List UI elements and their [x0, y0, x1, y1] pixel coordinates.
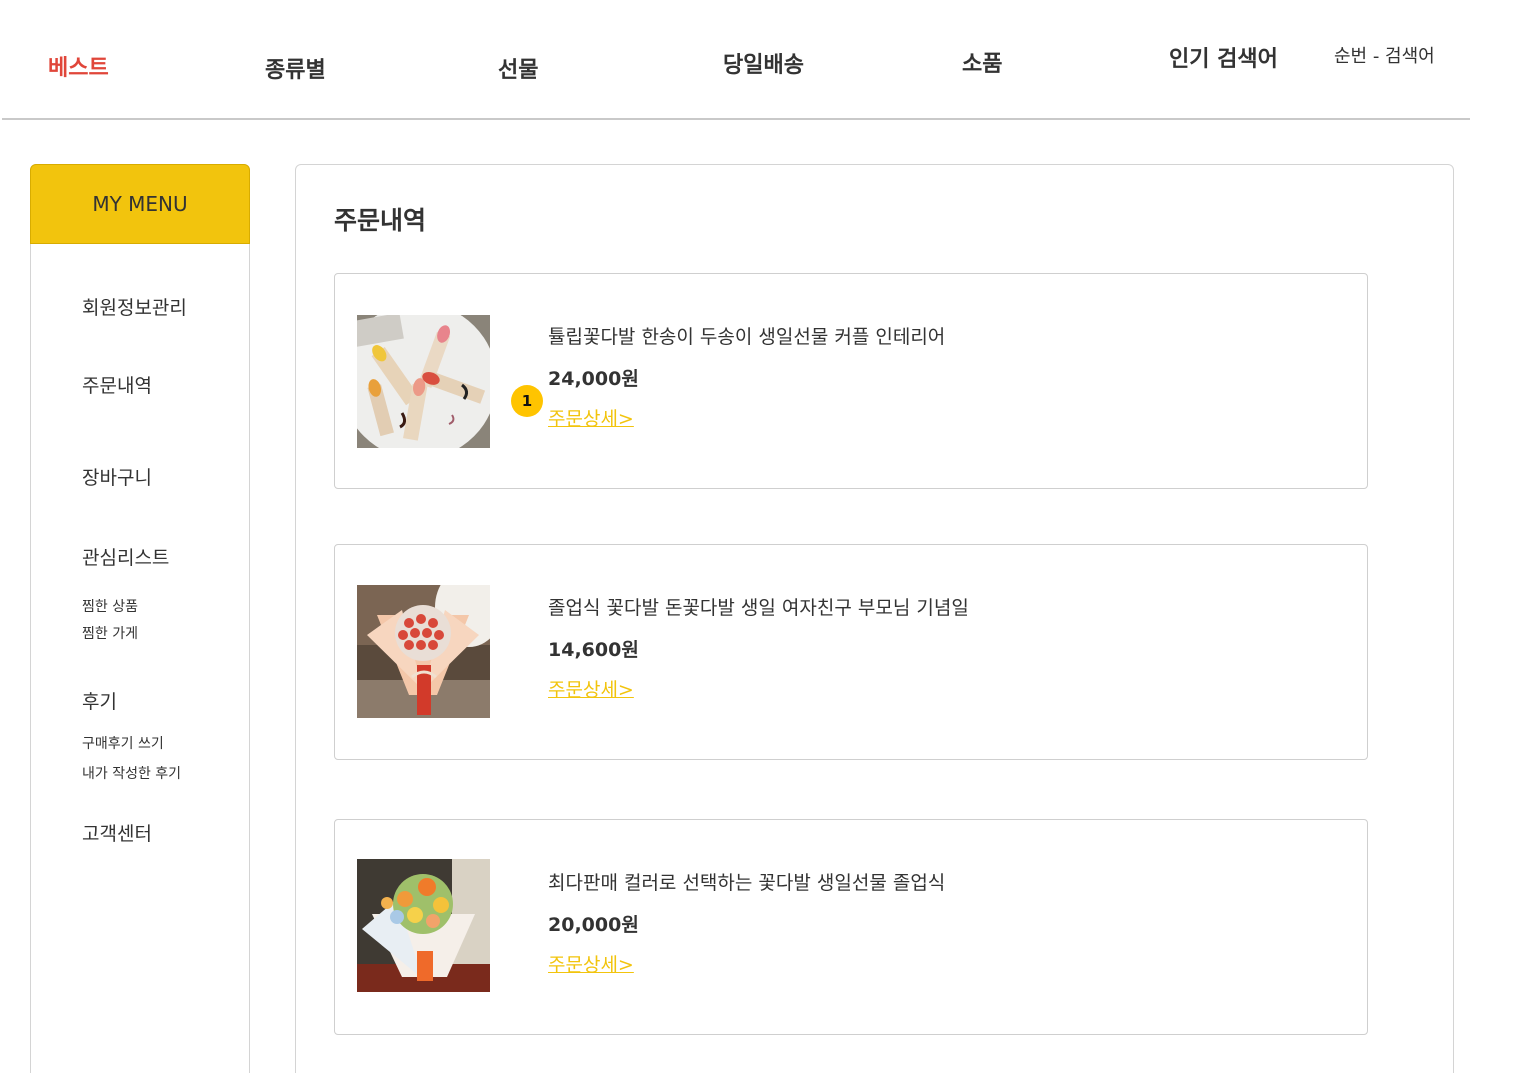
sidebar-item-wishlist[interactable]: 관심리스트 [82, 543, 169, 570]
order-detail-link[interactable]: 주문상세> [548, 675, 634, 702]
sidebar-subitem-my-reviews[interactable]: 내가 작성한 후기 [82, 763, 181, 783]
sidebar-item-reviews[interactable]: 후기 [82, 687, 117, 714]
top-navigation: 베스트 종류별 선물 당일배송 소품 인기 검색어 순번 - 검색어 [0, 0, 1517, 120]
sidebar-subitem-wish-stores[interactable]: 찜한 가게 [82, 623, 138, 643]
product-price: 24,000원 [548, 368, 639, 390]
nav-by-type[interactable]: 종류별 [265, 52, 326, 84]
my-menu-sidebar: MY MENU 회원정보관리 주문내역 장바구니 관심리스트 찜한 상품 찜한 … [30, 164, 250, 1073]
sidebar-item-orders[interactable]: 주문내역 [82, 371, 152, 398]
order-history-panel: 주문내역 1 튤립꽃다발 한송이 두송이 생일선물 커플 인테리어 24,000… [295, 164, 1454, 1073]
product-image-mixed-bouquet[interactable] [357, 859, 490, 992]
order-card: 최다판매 컬러로 선택하는 꽃다발 생일선물 졸업식 20,000원 주문상세> [334, 819, 1368, 1035]
nav-gift[interactable]: 선물 [498, 52, 538, 84]
popular-search-rank[interactable]: 순번 - 검색어 [1334, 42, 1435, 68]
sidebar-subitem-wish-products[interactable]: 찜한 상품 [82, 596, 138, 616]
page-title: 주문내역 [334, 206, 427, 235]
sidebar-item-support[interactable]: 고객센터 [82, 819, 152, 846]
step-badge: 1 [511, 385, 543, 417]
product-image-rose-bouquet[interactable] [357, 585, 490, 718]
product-price: 20,000원 [548, 914, 639, 936]
sidebar-item-cart[interactable]: 장바구니 [82, 463, 152, 490]
sidebar-subitem-write-review[interactable]: 구매후기 쓰기 [82, 733, 164, 753]
popular-search-label: 인기 검색어 [1169, 47, 1278, 72]
nav-divider [2, 118, 1470, 120]
product-image-tulip[interactable] [357, 315, 490, 448]
order-detail-link[interactable]: 주문상세> [548, 950, 634, 977]
sidebar-item-member-info[interactable]: 회원정보관리 [82, 293, 187, 320]
product-name: 최다판매 컬러로 선택하는 꽃다발 생일선물 졸업식 [548, 872, 946, 894]
nav-same-day-delivery[interactable]: 당일배송 [723, 47, 804, 79]
product-name: 졸업식 꽃다발 돈꽃다발 생일 여자친구 부모님 기념일 [548, 597, 969, 619]
product-name: 튤립꽃다발 한송이 두송이 생일선물 커플 인테리어 [548, 326, 946, 348]
order-detail-link[interactable]: 주문상세> [548, 404, 634, 431]
product-price: 14,600원 [548, 639, 639, 661]
my-menu-header: MY MENU [30, 164, 250, 244]
order-card: 졸업식 꽃다발 돈꽃다발 생일 여자친구 부모님 기념일 14,600원 주문상… [334, 544, 1368, 760]
nav-small-items[interactable]: 소품 [962, 46, 1002, 78]
order-card: 1 튤립꽃다발 한송이 두송이 생일선물 커플 인테리어 24,000원 주문상… [334, 273, 1368, 489]
nav-best[interactable]: 베스트 [48, 50, 109, 82]
